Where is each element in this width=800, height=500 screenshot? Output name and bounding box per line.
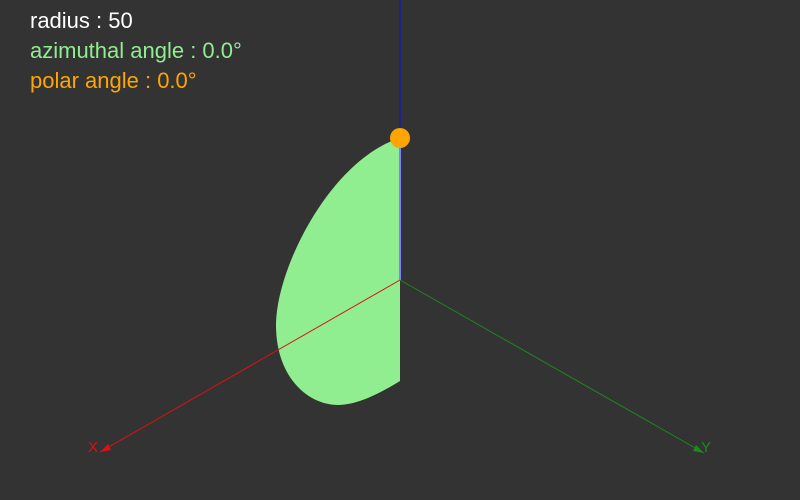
radius-readout: radius : 50 [30,8,133,33]
viewport-canvas[interactable]: radius : 50 azimuthal angle : 0.0° polar… [0,0,800,500]
readout-panel: radius : 50 azimuthal angle : 0.0° polar… [30,6,242,96]
azimuthal-angle-readout: azimuthal angle : 0.0° [30,38,242,63]
x-axis-arrowhead [100,444,111,452]
y-axis-line [399,279,705,454]
radius-handle[interactable] [390,128,410,148]
y-axis-label: Y [701,439,711,456]
x-axis-label: X [88,439,98,456]
polar-angle-readout: polar angle : 0.0° [30,68,197,93]
polar-angle-sector [275,138,400,405]
